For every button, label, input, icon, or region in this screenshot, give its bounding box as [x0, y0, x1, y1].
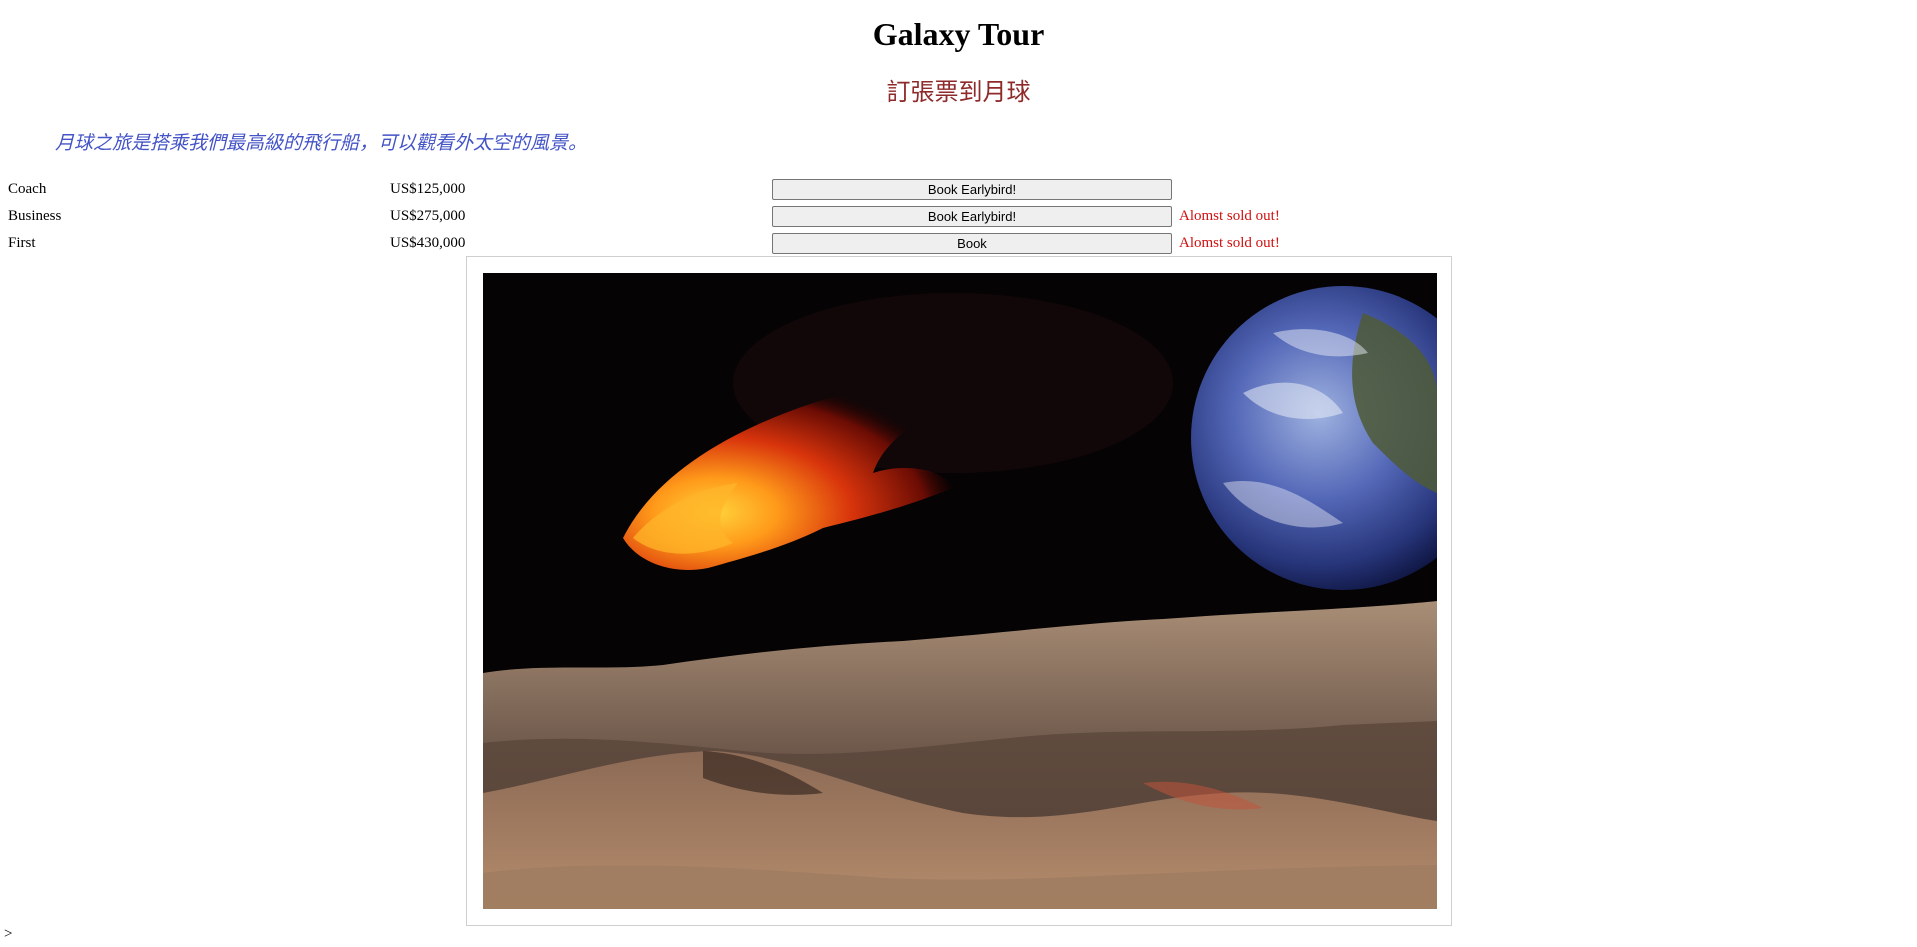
availability-status: Alomst sold out!: [1179, 235, 1280, 251]
book-business-button[interactable]: Book Earlybird!: [772, 206, 1172, 227]
image-frame: [466, 256, 1452, 926]
ticket-class: First: [8, 235, 36, 251]
ticket-class: Coach: [8, 181, 47, 197]
page-subtitle: 訂張票到月球: [886, 78, 1031, 106]
ticket-class: Business: [8, 208, 62, 224]
prompt-text: >: [4, 926, 13, 942]
ticket-price: US$430,000: [390, 235, 466, 251]
intro-text: 月球之旅是搭乘我們最高級的飛行船，可以觀看外太空的風景。: [55, 132, 588, 154]
ticket-row-first: First US$430,000 Book Alomst sold out!: [0, 232, 1917, 258]
ticket-price: US$275,000: [390, 208, 466, 224]
book-coach-button[interactable]: Book Earlybird!: [772, 179, 1172, 200]
ticket-price: US$125,000: [390, 181, 466, 197]
ticket-row-coach: Coach US$125,000 Book Earlybird!: [0, 178, 1917, 204]
availability-status: Alomst sold out!: [1179, 208, 1280, 224]
page-title: Galaxy Tour: [872, 16, 1045, 52]
book-first-button[interactable]: Book: [772, 233, 1172, 254]
moon-landscape-image: [483, 273, 1437, 909]
ticket-row-business: Business US$275,000 Book Earlybird! Alom…: [0, 205, 1917, 231]
